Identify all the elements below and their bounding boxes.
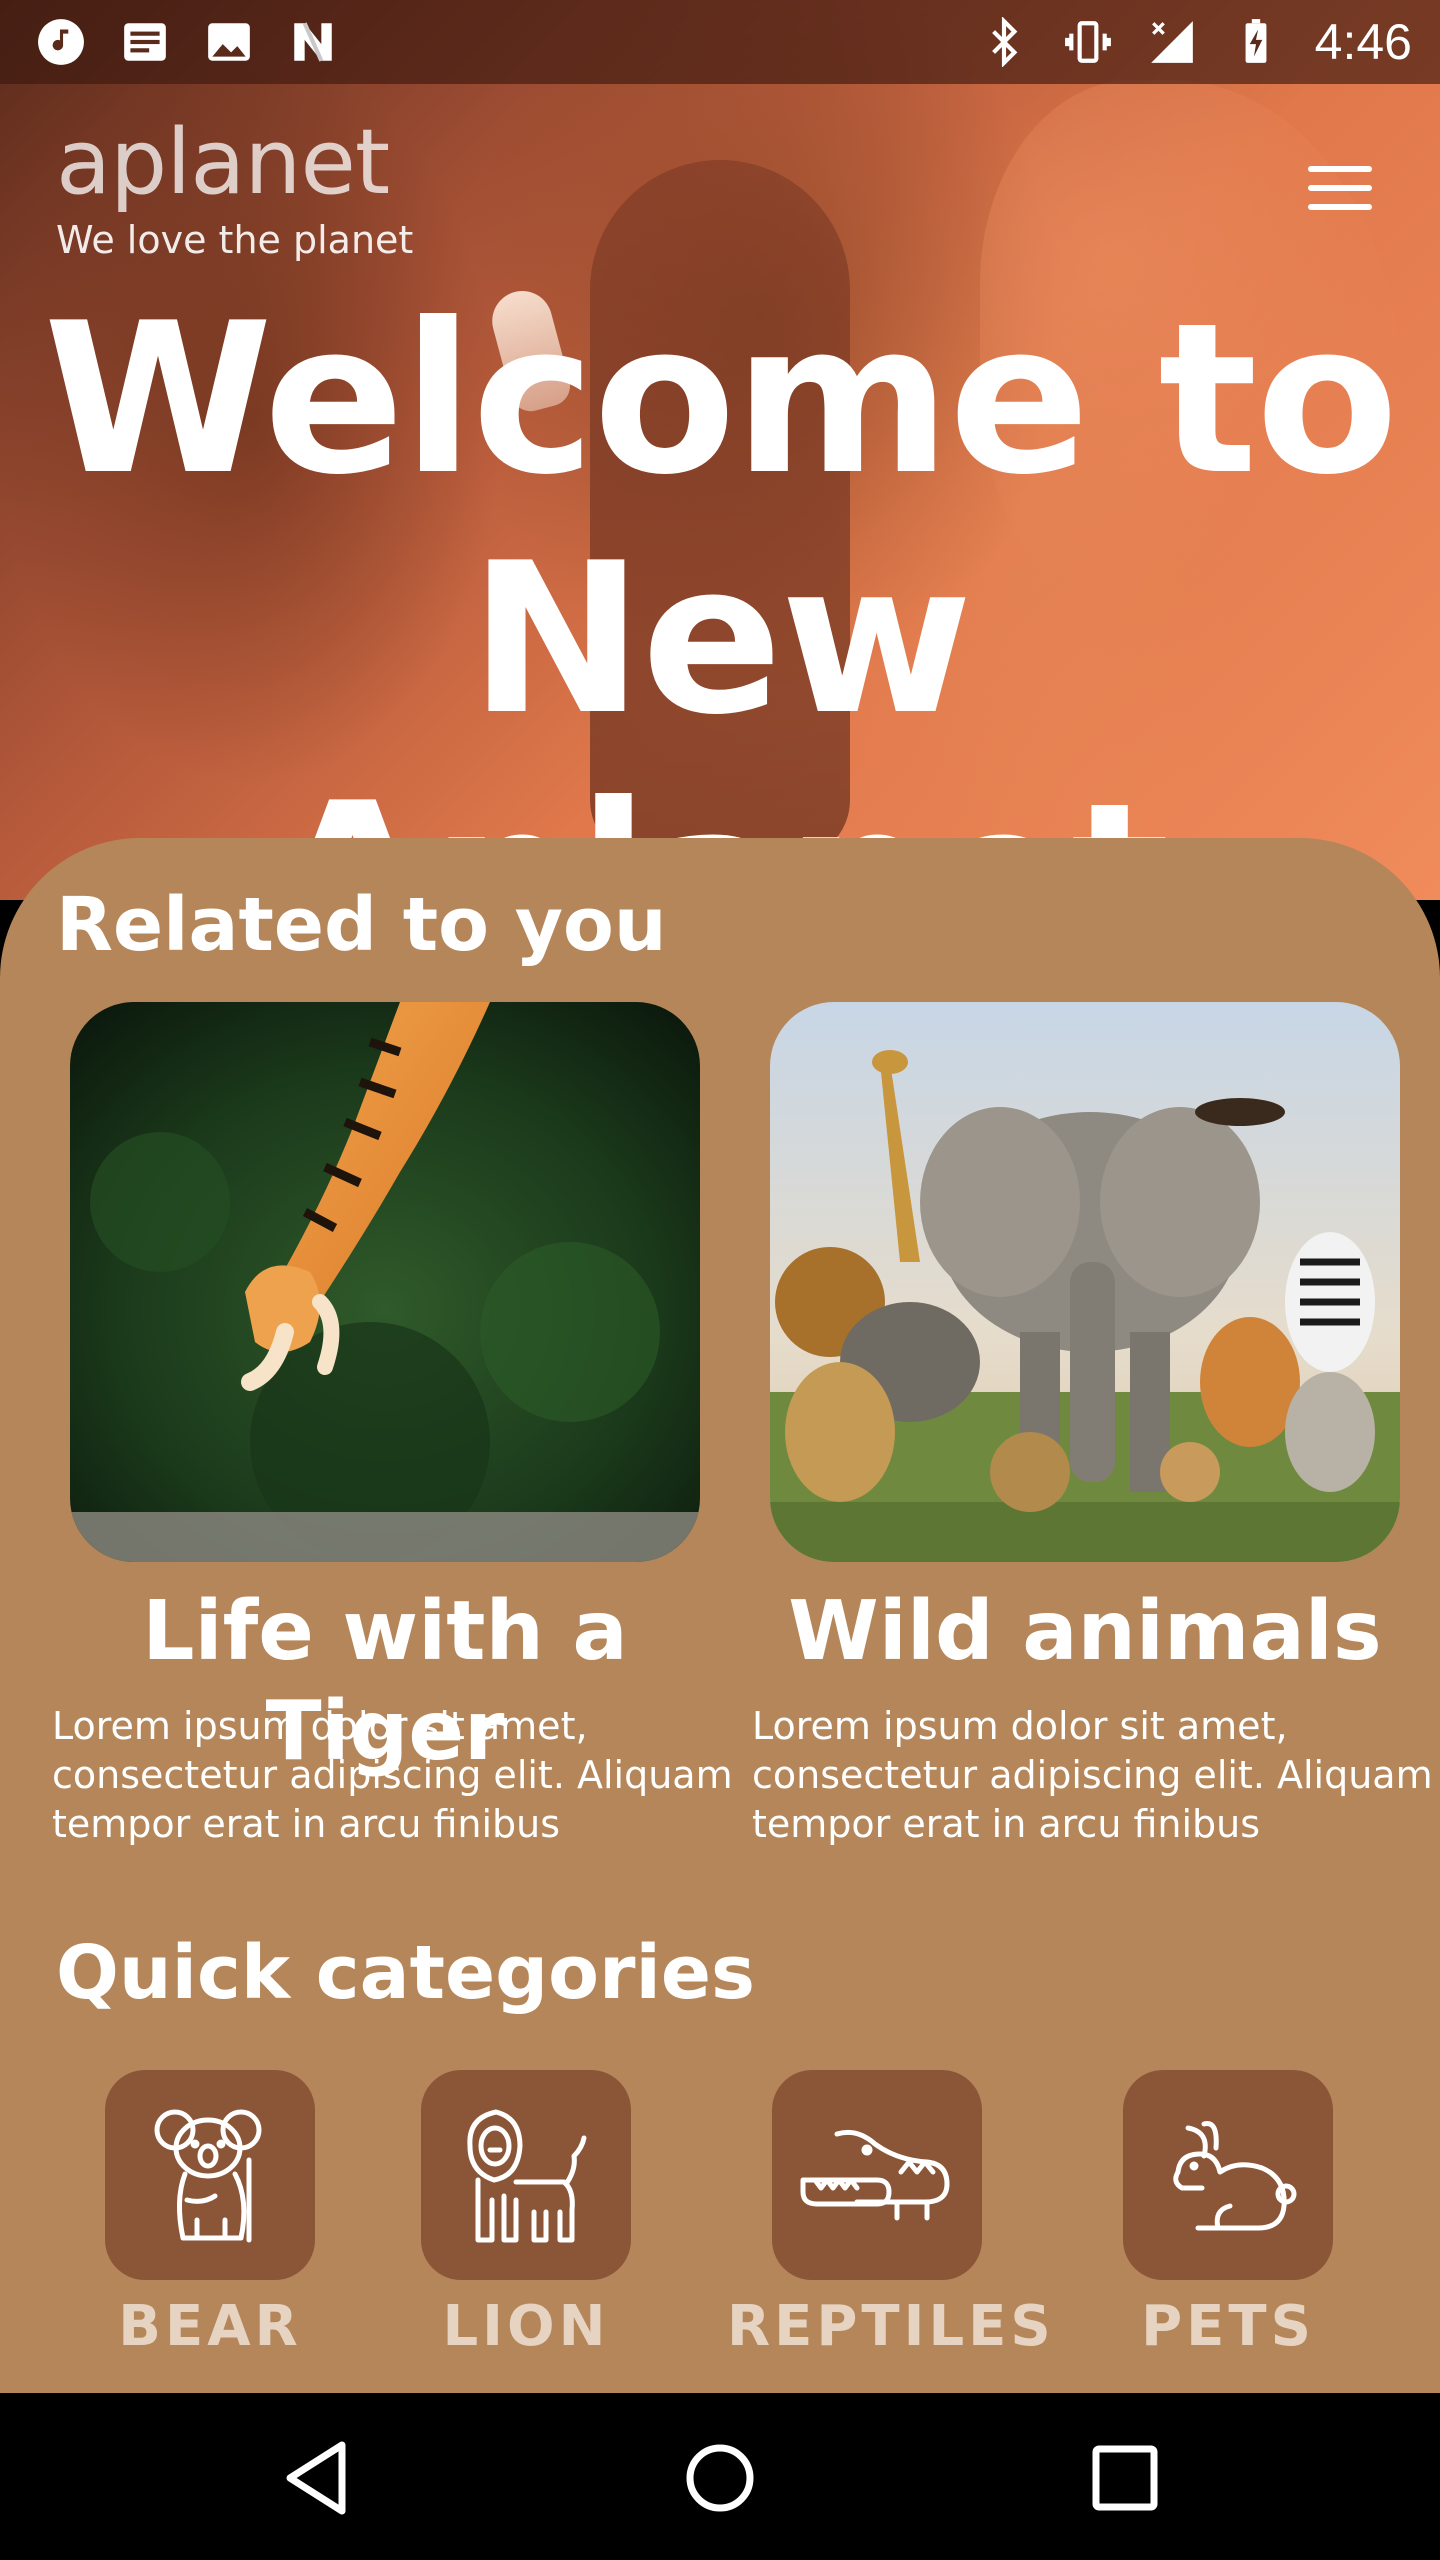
n-logo-icon — [294, 22, 332, 62]
battery-charging-icon — [1245, 19, 1267, 63]
news-icon — [124, 23, 166, 61]
recents-icon[interactable] — [1080, 2433, 1170, 2523]
category-bear-button[interactable] — [105, 2070, 315, 2280]
clock-time: 4:46 — [1314, 14, 1412, 70]
category-label[interactable]: REPTILES — [727, 2294, 1051, 2359]
signal-icon — [1150, 21, 1193, 63]
category-label[interactable]: PETS — [1078, 2294, 1378, 2359]
bluetooth-icon — [991, 17, 1018, 67]
category-bear[interactable]: BEAR — [60, 2070, 360, 2359]
category-pets[interactable]: PETS — [1078, 2070, 1378, 2359]
brand-logo-text[interactable]: aplanet — [56, 118, 413, 208]
card-description: Lorem ipsum dolor sit amet, consectetur … — [752, 1704, 1433, 1846]
category-label[interactable]: LION — [376, 2294, 676, 2359]
status-bar: 4:46 — [0, 0, 1440, 84]
wild-animals-image[interactable] — [770, 1002, 1400, 1562]
hamburger-menu-icon[interactable] — [1304, 160, 1380, 216]
category-label[interactable]: BEAR — [60, 2294, 360, 2359]
system-navigation-bar — [0, 2393, 1440, 2560]
card-title[interactable]: Wild animals — [770, 1582, 1400, 1682]
koala-icon — [154, 2109, 262, 2243]
lion-icon — [467, 2109, 587, 2243]
tiger-image[interactable] — [70, 1002, 700, 1562]
content-sheet: Related to you Life with a Tiger Lorem i… — [0, 838, 1440, 2393]
rabbit-icon — [1173, 2121, 1297, 2231]
category-pets-button[interactable] — [1123, 2070, 1333, 2280]
categories-section-title: Quick categories — [56, 1930, 756, 2016]
category-reptiles[interactable]: REPTILES — [727, 2070, 1051, 2359]
hero-title-line-1: Welcome to — [43, 279, 1398, 521]
image-icon — [208, 23, 250, 61]
home-icon[interactable] — [675, 2433, 765, 2523]
music-note-icon — [38, 19, 84, 65]
related-section-title: Related to you — [56, 882, 667, 968]
category-lion-button[interactable] — [421, 2070, 631, 2280]
category-reptiles-button[interactable] — [772, 2070, 982, 2280]
card-description: Lorem ipsum dolor sit amet, consectetur … — [52, 1704, 733, 1846]
brand-header: aplanet We love the planet — [56, 118, 414, 263]
crocodile-icon — [800, 2129, 950, 2221]
back-icon[interactable] — [272, 2433, 362, 2523]
category-lion[interactable]: LION — [376, 2070, 676, 2359]
brand-tagline: We love the planet — [56, 218, 414, 262]
vibrate-icon — [1064, 21, 1111, 63]
